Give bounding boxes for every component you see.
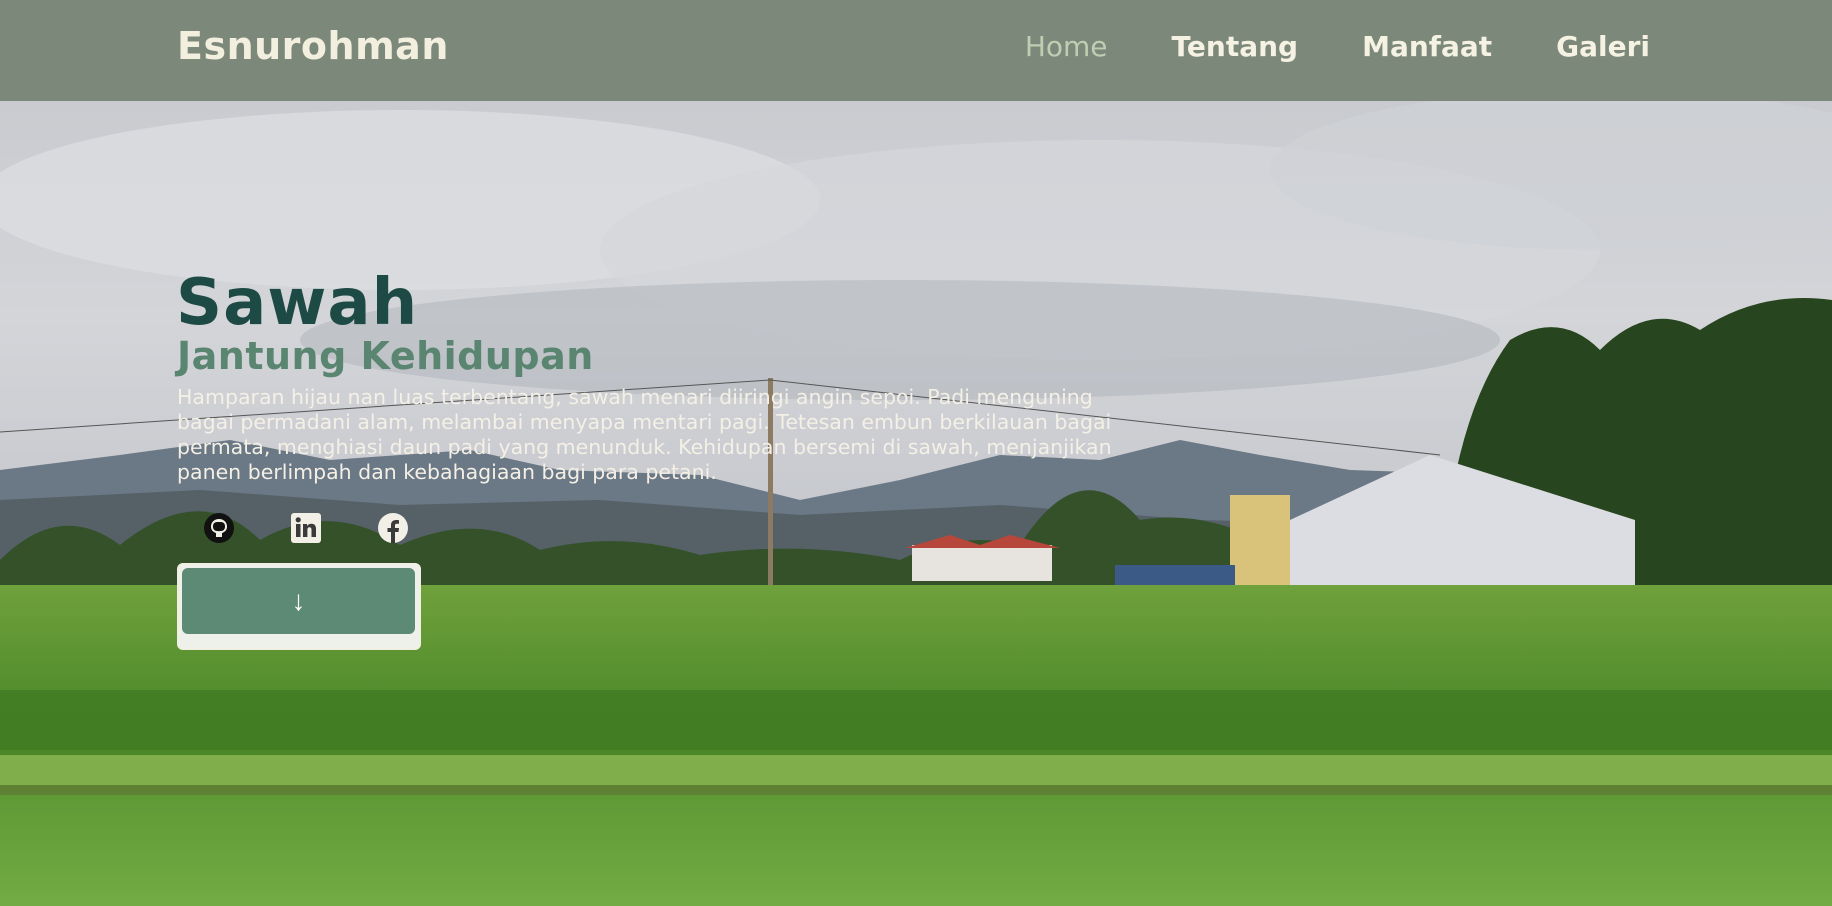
social-links bbox=[203, 512, 409, 544]
hero-description: Hamparan hijau nan luas terbentang, sawa… bbox=[177, 385, 1112, 484]
nav-menu: Home Tentang Manfaat Galeri bbox=[1025, 30, 1650, 63]
github-icon[interactable] bbox=[203, 512, 235, 544]
hero-subtitle: Jantung Kehidupan bbox=[177, 334, 594, 378]
linkedin-icon[interactable] bbox=[290, 512, 322, 544]
nav-link-galeri[interactable]: Galeri bbox=[1556, 30, 1650, 63]
navbar: Esnurohman Home Tentang Manfaat Galeri bbox=[0, 0, 1832, 101]
nav-link-manfaat[interactable]: Manfaat bbox=[1362, 30, 1492, 63]
hero-title: Sawah bbox=[176, 266, 419, 340]
nav-link-home[interactable]: Home bbox=[1025, 30, 1108, 63]
facebook-icon[interactable] bbox=[377, 512, 409, 544]
scroll-down-button-frame: ↓ bbox=[177, 563, 421, 650]
nav-link-tentang[interactable]: Tentang bbox=[1172, 30, 1299, 63]
arrow-down-icon: ↓ bbox=[291, 585, 306, 616]
scroll-down-button[interactable]: ↓ bbox=[182, 568, 415, 634]
brand-logo[interactable]: Esnurohman bbox=[177, 24, 449, 68]
